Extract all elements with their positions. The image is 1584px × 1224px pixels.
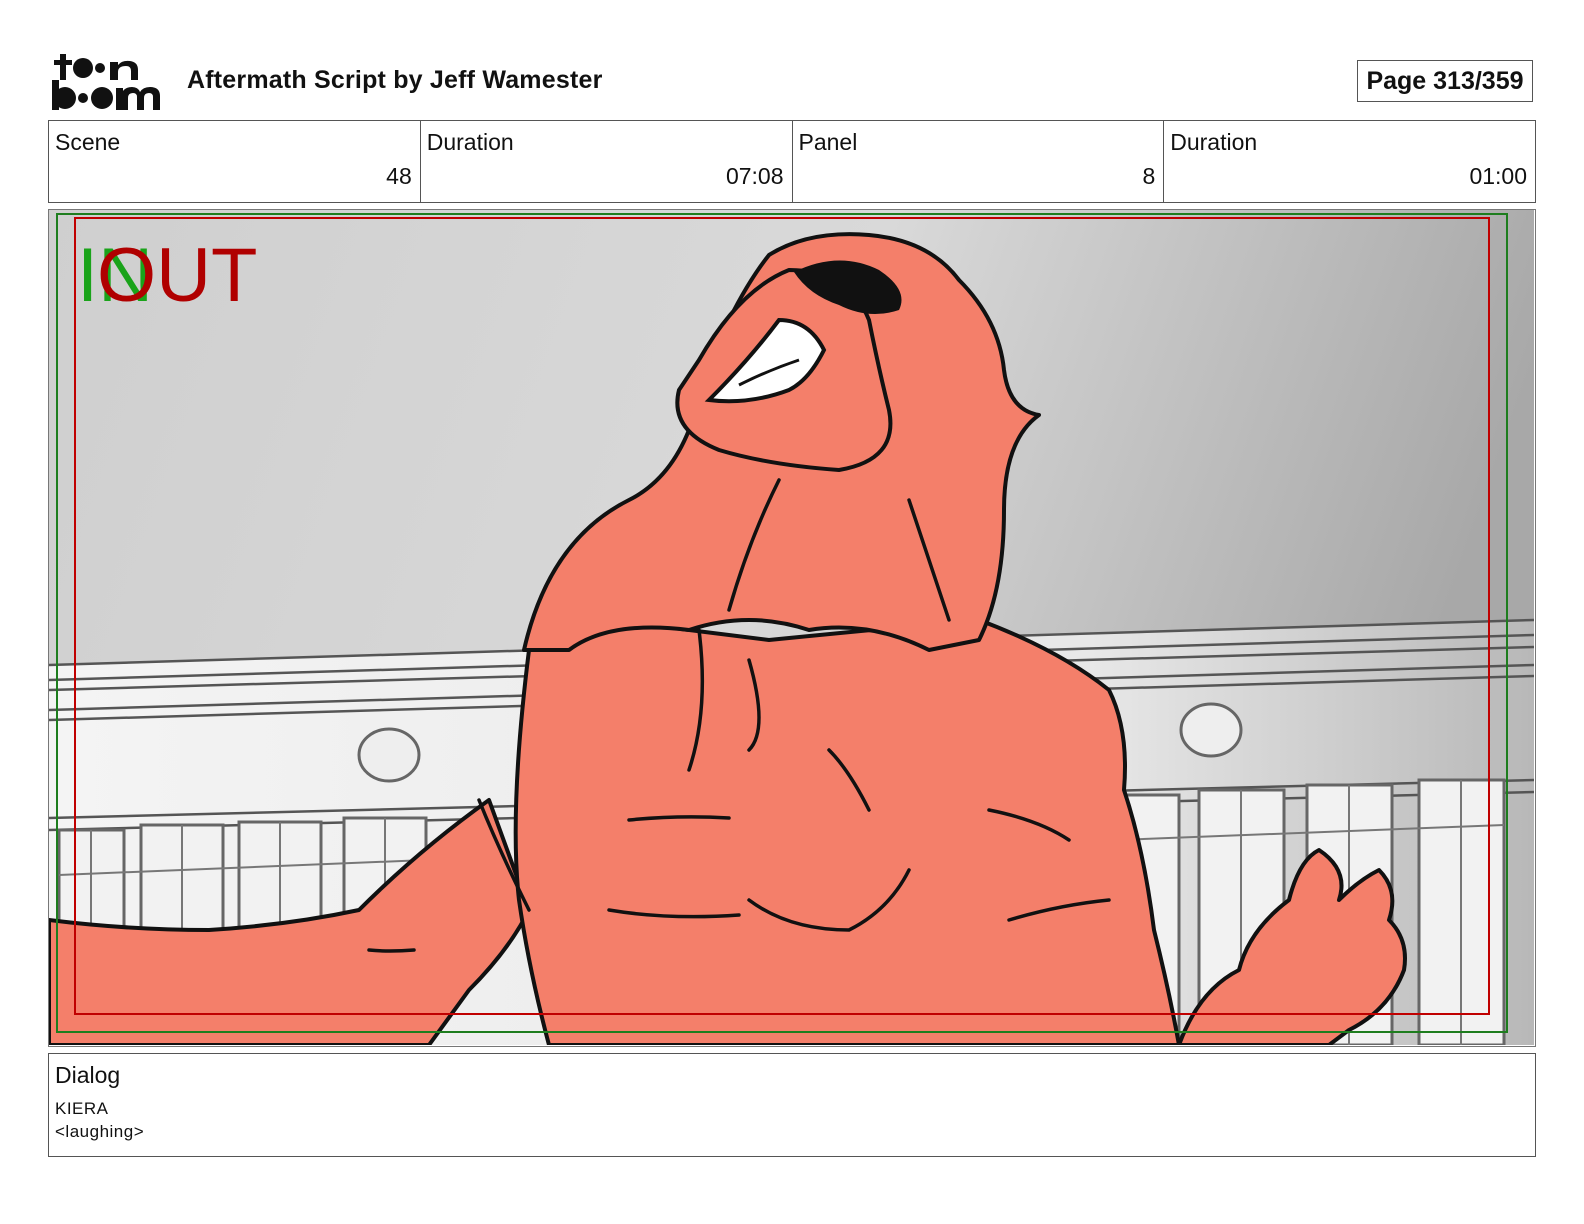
toon-boom-logo — [52, 54, 160, 110]
dialog-speaker: KIERA — [55, 1099, 109, 1118]
in-out-markers: IN OUT — [77, 238, 277, 318]
storyboard-panel-image: IN OUT — [48, 209, 1536, 1047]
panel-duration-label: Duration — [1170, 129, 1258, 155]
dialog-box: Dialog KIERA <laughing> — [48, 1053, 1536, 1157]
out-marker: OUT — [97, 233, 258, 318]
dialog-label: Dialog — [55, 1062, 121, 1088]
document-title: Aftermath Script by Jeff Wamester — [187, 66, 603, 94]
panel-duration-cell: Duration 01:00 — [1164, 121, 1535, 202]
panel-label: Panel — [798, 129, 858, 155]
scene-duration-label: Duration — [426, 129, 514, 155]
page-indicator: Page 313/359 — [1357, 60, 1533, 102]
panel-value: 8 — [1142, 163, 1156, 189]
scene-cell: Scene 48 — [49, 121, 421, 202]
scene-duration-cell: Duration 07:08 — [421, 121, 793, 202]
dialog-line: <laughing> — [55, 1122, 145, 1141]
scene-duration-value: 07:08 — [725, 163, 784, 189]
scene-info-row: Scene 48 Duration 07:08 Panel 8 Duration… — [48, 120, 1536, 203]
panel-drawing — [49, 210, 1534, 1045]
scene-value: 48 — [386, 163, 412, 189]
panel-duration-value: 01:00 — [1469, 163, 1527, 189]
panel-cell: Panel 8 — [793, 121, 1165, 202]
scene-label: Scene — [55, 129, 121, 155]
